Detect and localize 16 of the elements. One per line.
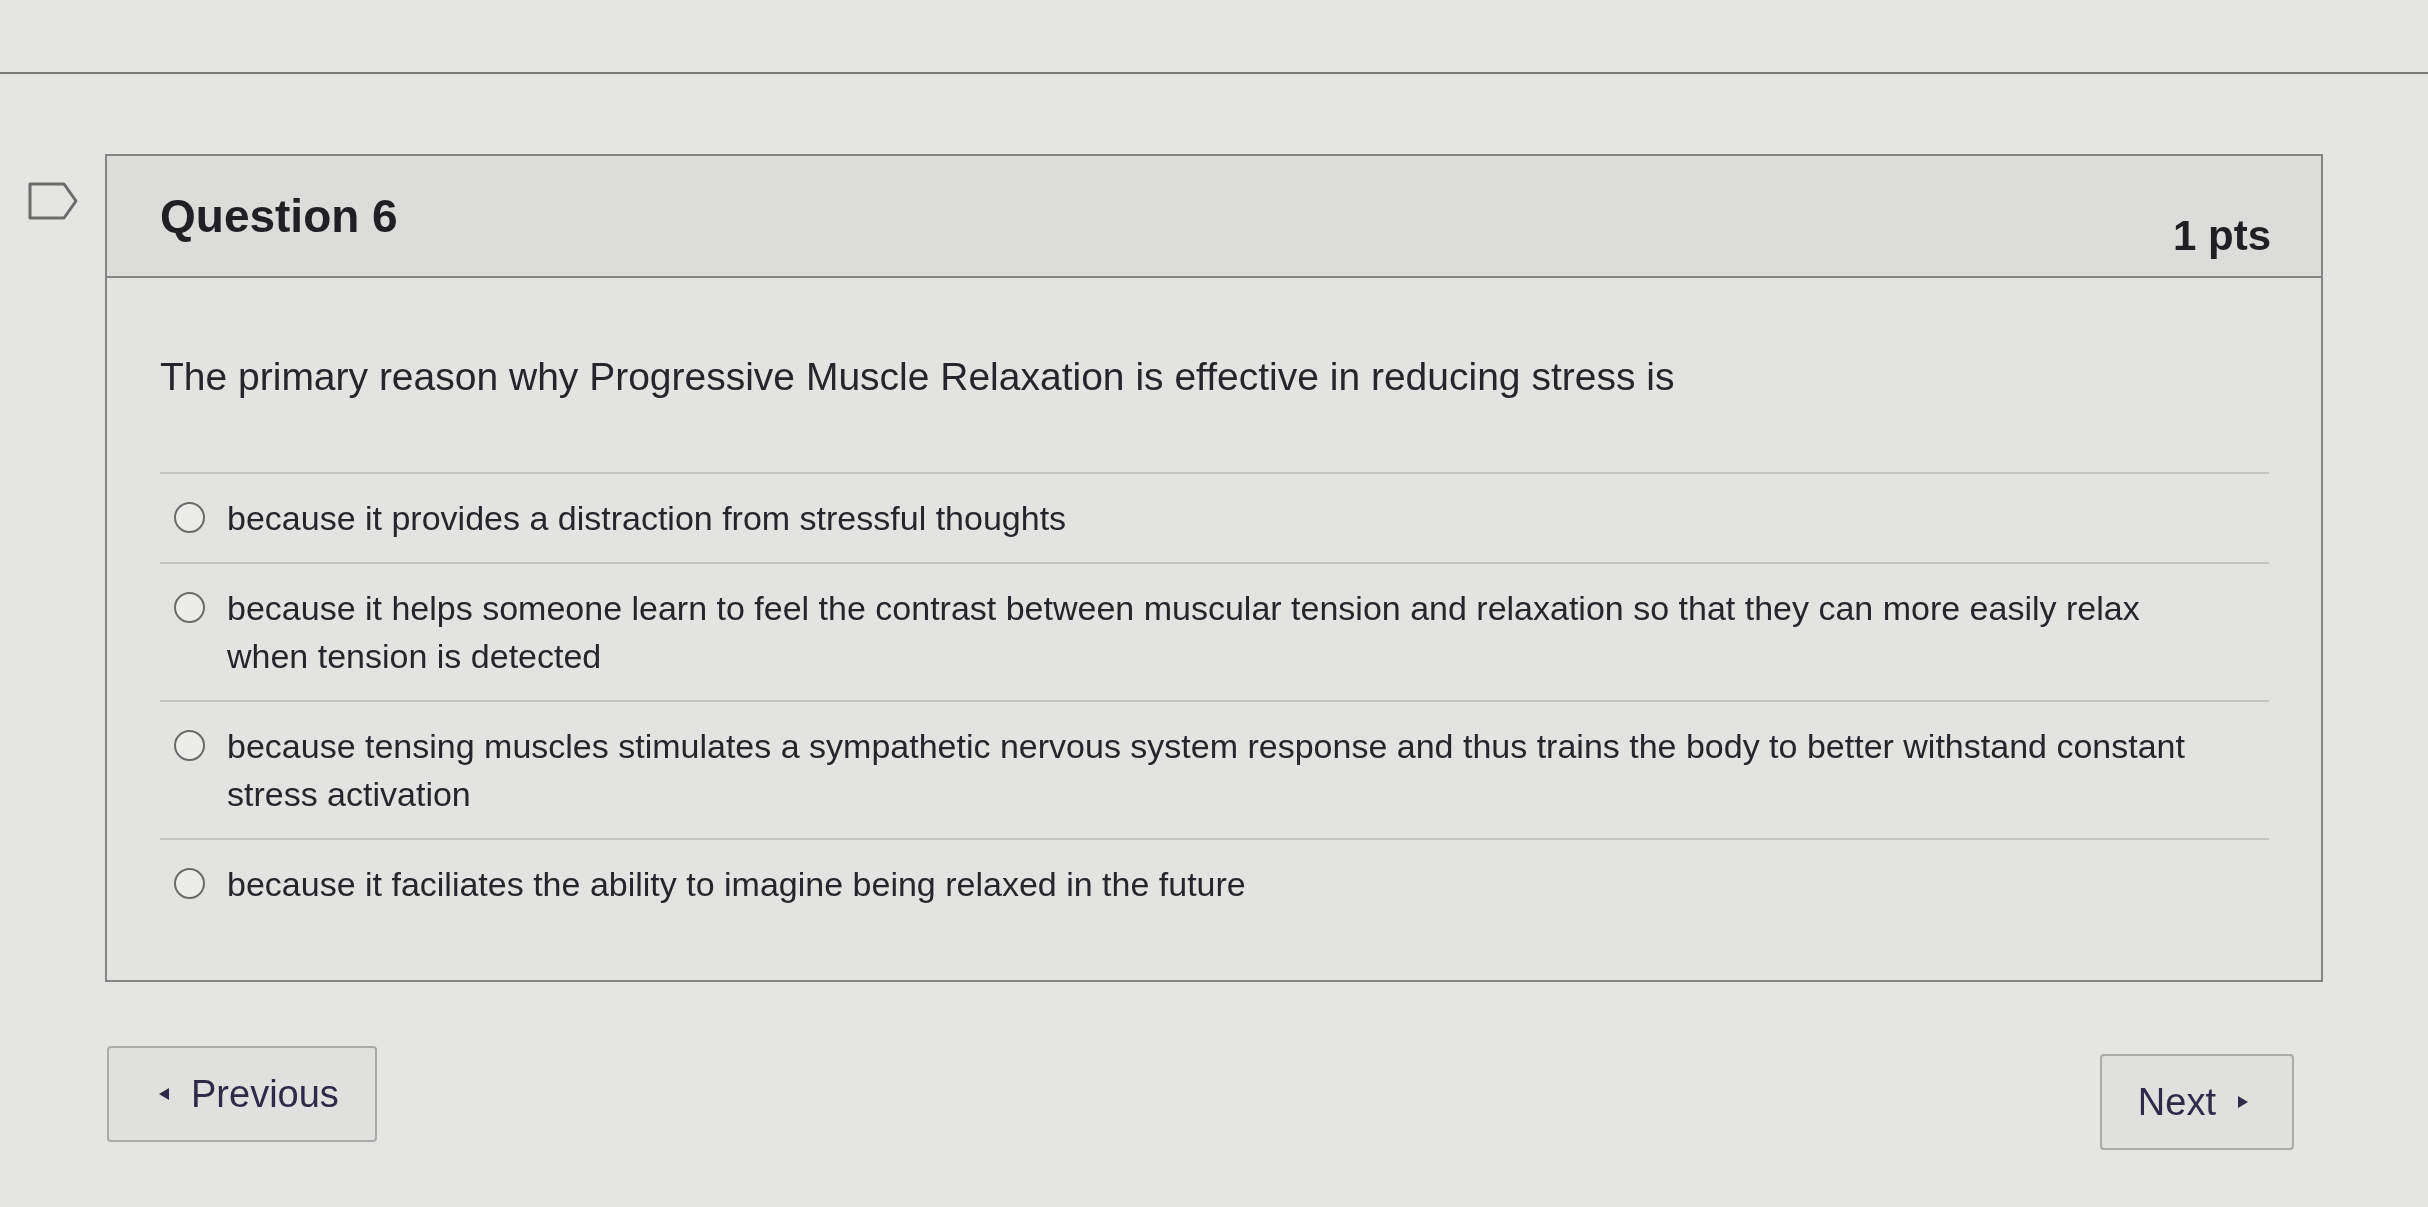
radio-button[interactable] bbox=[174, 868, 205, 899]
question-text: The primary reason why Progressive Muscle Relaxation is effective in reducing stress is bbox=[160, 354, 1676, 400]
radio-button[interactable] bbox=[174, 730, 205, 761]
caret-right-icon bbox=[2238, 1096, 2248, 1108]
caret-left-icon bbox=[159, 1088, 169, 1100]
answer-option-text[interactable]: because it faciliates the ability to imagine being relaxed in the future bbox=[227, 860, 1246, 908]
next-button[interactable]: Next bbox=[2099, 1054, 2294, 1150]
question-title: Question 6 bbox=[160, 189, 398, 243]
previous-button[interactable]: Previous bbox=[107, 1046, 377, 1142]
answer-option-text[interactable]: because tensing muscles stimulates a sympathetic nervous system response and thus trains the body to better withstand constant stress activation bbox=[227, 722, 2202, 818]
radio-button[interactable] bbox=[174, 502, 205, 533]
radio-button[interactable] bbox=[174, 592, 205, 623]
tag-outline-icon[interactable] bbox=[28, 182, 78, 220]
answer-option-text[interactable]: because it helps someone learn to feel the contrast between muscular tension and relaxation so that they can more easily relax when tension is detected bbox=[227, 584, 2202, 680]
points-label: 1 pts bbox=[2172, 212, 2271, 260]
answer-option-text[interactable]: because it provides a distraction from stressful thoughts bbox=[227, 494, 1067, 542]
